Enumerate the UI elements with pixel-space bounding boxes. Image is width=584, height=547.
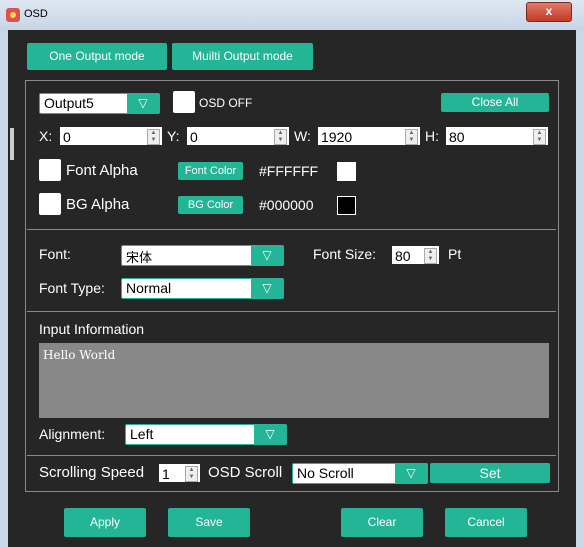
w-label: W: [294, 128, 311, 144]
font-alpha-checkbox[interactable] [39, 159, 61, 181]
spinner-icon[interactable]: ▲ ▼ [185, 466, 198, 482]
window-close-button[interactable]: x [526, 2, 572, 22]
window-right-border [576, 30, 584, 547]
save-button[interactable]: Save [168, 508, 250, 537]
font-select[interactable]: 宋体 ▽ [121, 245, 284, 266]
font-type-select[interactable]: Normal ▽ [121, 278, 284, 299]
y-value: 0 [190, 129, 198, 145]
bg-color-value: #000000 [259, 197, 314, 213]
spinner-icon[interactable]: ▲ ▼ [533, 129, 546, 145]
font-size-value: 80 [395, 248, 411, 264]
spinner-icon[interactable]: ▲ ▼ [274, 129, 287, 145]
clear-button[interactable]: Clear [341, 508, 423, 537]
x-value: 0 [63, 129, 71, 145]
h-input[interactable]: 80 ▲ ▼ [446, 127, 548, 145]
multi-output-mode-button[interactable]: Muilti Output mode [172, 43, 313, 70]
divider [27, 311, 556, 312]
title-bar: OSD x [0, 0, 584, 30]
app-icon [6, 8, 20, 22]
window-left-border [0, 30, 8, 547]
chevron-down-icon: ▽ [395, 464, 427, 483]
x-label: X: [39, 128, 53, 144]
alignment-label: Alignment: [39, 426, 106, 442]
bg-alpha-label: BG Alpha [66, 196, 130, 213]
spinner-icon[interactable]: ▲ ▼ [405, 129, 418, 145]
font-size-input[interactable]: 80 ▲ ▼ [392, 246, 439, 264]
font-label: Font: [39, 246, 71, 262]
output-select-value: Output5 [44, 95, 94, 111]
spinner-icon[interactable]: ▲ ▼ [424, 248, 437, 264]
osd-scroll-label: OSD Scroll [208, 464, 283, 481]
set-button[interactable]: Set [430, 463, 550, 483]
font-type-select-value: Normal [126, 280, 172, 296]
font-color-swatch[interactable] [337, 162, 356, 181]
x-input[interactable]: 0 ▲ ▼ [60, 127, 162, 145]
one-output-mode-button[interactable]: One Output mode [27, 43, 167, 70]
w-value: 1920 [321, 129, 353, 145]
spinner-icon[interactable]: ▲ ▼ [147, 129, 160, 145]
h-label: H: [425, 128, 439, 144]
input-information-label: Input Information [39, 321, 145, 337]
osd-scroll-select-value: No Scroll [297, 465, 354, 481]
font-color-value: #FFFFFF [259, 163, 319, 179]
scroll-thumb[interactable] [10, 128, 14, 160]
cancel-button[interactable]: Cancel [445, 508, 527, 537]
chevron-down-icon: ▽ [127, 94, 159, 113]
input-information-textarea[interactable]: Hello World [39, 343, 549, 418]
bg-alpha-checkbox[interactable] [39, 193, 61, 215]
font-alpha-label: Font Alpha [66, 162, 138, 179]
close-all-button[interactable]: Close All [441, 93, 549, 112]
font-color-button[interactable]: Font Color [178, 162, 243, 180]
scrolling-speed-label: Scrolling Speed [39, 464, 145, 481]
bg-color-button[interactable]: BG Color [178, 196, 243, 214]
output-select[interactable]: Output5 ▽ [39, 93, 160, 114]
font-size-unit: Pt [448, 246, 462, 262]
y-label: Y: [167, 128, 180, 144]
divider [27, 455, 556, 456]
chevron-down-icon: ▽ [254, 425, 286, 444]
font-select-value: 宋体 [126, 251, 153, 266]
scrolling-speed-input[interactable]: 1 ▲ ▼ [159, 464, 200, 482]
window-title: OSD [24, 8, 48, 20]
y-input[interactable]: 0 ▲ ▼ [187, 127, 289, 145]
divider [27, 229, 556, 230]
osd-scroll-select[interactable]: No Scroll ▽ [292, 463, 428, 484]
input-information-text: Hello World [43, 348, 116, 362]
bg-color-swatch[interactable] [337, 196, 356, 215]
alignment-select-value: Left [130, 426, 154, 442]
font-type-label: Font Type: [39, 280, 105, 296]
font-size-label: Font Size: [313, 246, 377, 262]
osd-off-label: OSD OFF [199, 96, 253, 110]
chevron-down-icon: ▽ [251, 279, 283, 298]
alignment-select[interactable]: Left ▽ [125, 424, 287, 445]
w-input[interactable]: 1920 ▲ ▼ [318, 127, 420, 145]
osd-off-checkbox[interactable] [173, 91, 195, 113]
scrolling-speed-value: 1 [162, 466, 170, 482]
apply-button[interactable]: Apply [64, 508, 146, 537]
chevron-down-icon: ▽ [251, 246, 283, 265]
h-value: 80 [449, 129, 465, 145]
